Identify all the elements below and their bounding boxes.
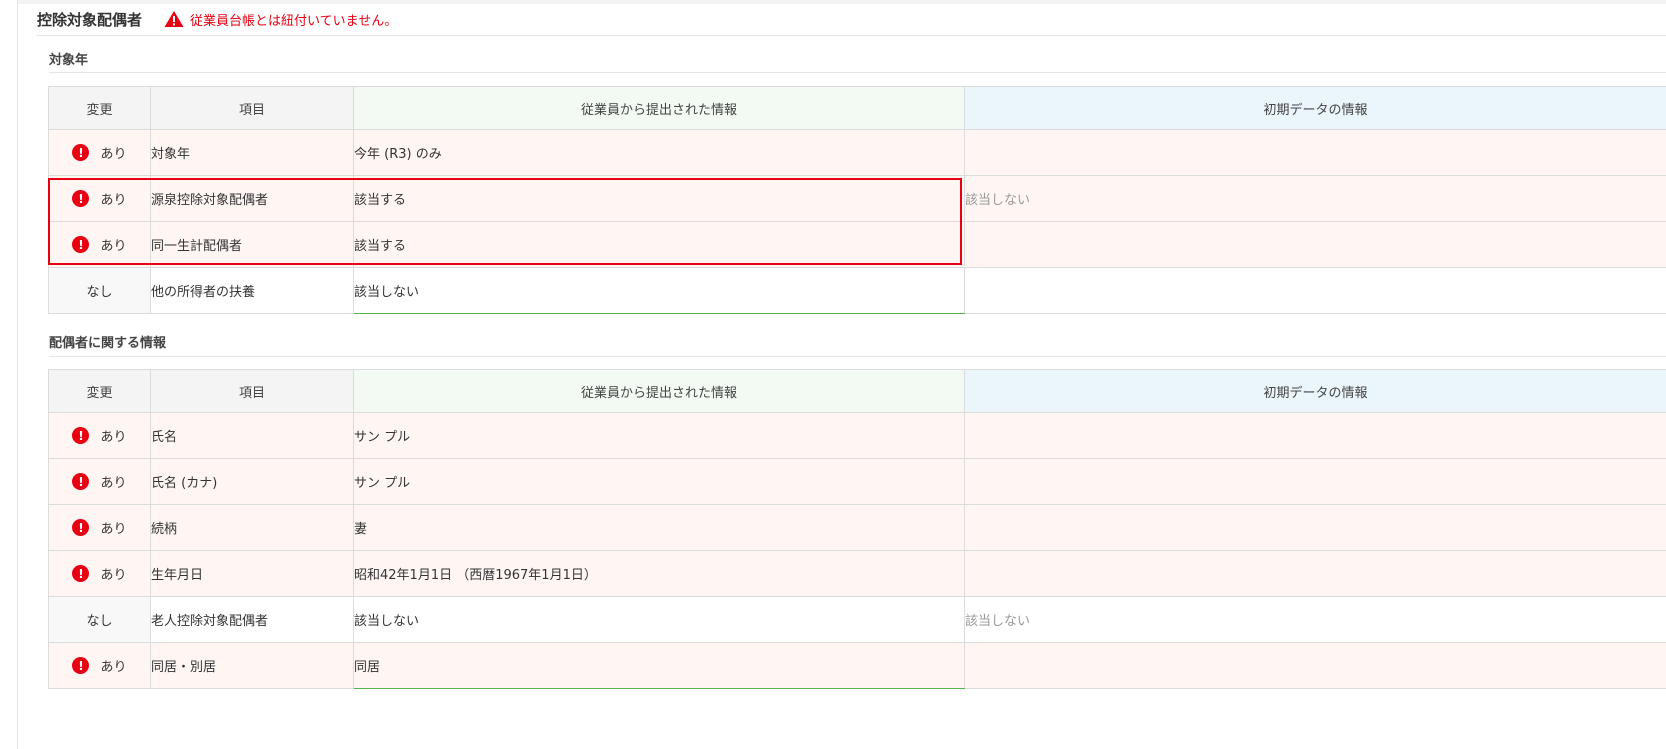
employee-value: 今年 (R3) のみ <box>353 129 965 176</box>
top-border <box>17 0 1666 4</box>
employee-value: 同居 <box>353 642 965 689</box>
table-row: ! あり 生年月日 昭和42年1月1日 （西暦1967年1月1日） <box>48 550 1666 597</box>
change-status: なし <box>48 267 151 314</box>
table-row: なし 他の所得者の扶養 該当しない <box>48 267 1666 314</box>
change-status: ! あり <box>48 504 151 551</box>
table-row: ! あり 氏名 (カナ) サン プル <box>48 458 1666 505</box>
exclamation-circle-icon: ! <box>72 427 90 444</box>
warning-triangle-icon <box>164 11 184 27</box>
employee-value: 該当する <box>353 221 965 268</box>
employee-value: 該当しない <box>353 267 965 314</box>
employee-value: 該当する <box>353 175 965 222</box>
change-label: あり <box>100 430 127 445</box>
exclamation-circle-icon: ! <box>72 144 90 161</box>
section-title: 控除対象配偶者 <box>37 10 143 29</box>
target-year-title: 対象年 <box>49 53 89 68</box>
table-row: ! あり 同居・別居 同居 <box>48 642 1666 689</box>
employee-value: 該当しない <box>353 596 965 643</box>
unlinked-warning: 従業員台帳とは紐付いていません。 <box>164 10 397 29</box>
item-label: 対象年 <box>150 129 354 176</box>
employee-value: 昭和42年1月1日 （西暦1967年1月1日） <box>353 550 965 597</box>
table-row: なし 老人控除対象配偶者 該当しない 該当しない <box>48 596 1666 643</box>
change-label: あり <box>100 476 127 491</box>
change-label: あり <box>100 568 127 583</box>
change-label: あり <box>100 660 127 675</box>
item-label: 同居・別居 <box>150 642 354 689</box>
warning-text: 従業員台帳とは紐付いていません。 <box>190 13 398 29</box>
table-row: ! あり 対象年 今年 (R3) のみ <box>48 129 1666 176</box>
item-label: 老人控除対象配偶者 <box>150 596 354 643</box>
exclamation-circle-icon: ! <box>72 565 90 582</box>
change-status: ! あり <box>48 129 151 176</box>
spouse-info-title: 配偶者に関する情報 <box>49 336 167 351</box>
change-status: ! あり <box>48 550 151 597</box>
target-year-divider <box>49 72 1666 73</box>
left-border <box>17 0 18 749</box>
change-label: なし <box>86 614 113 629</box>
item-label: 氏名 <box>150 412 354 459</box>
employee-value: 妻 <box>353 504 965 551</box>
change-status: なし <box>48 596 151 643</box>
item-label: 氏名 (カナ) <box>150 458 354 505</box>
initial-value: 該当しない <box>964 175 1666 222</box>
item-label: 同一生計配偶者 <box>150 221 354 268</box>
initial-value <box>964 221 1666 268</box>
exclamation-circle-icon: ! <box>72 190 90 207</box>
initial-value <box>964 504 1666 551</box>
change-status: ! あり <box>48 458 151 505</box>
change-label: あり <box>100 239 127 254</box>
change-status: ! あり <box>48 412 151 459</box>
change-status: ! あり <box>48 175 151 222</box>
header-change: 変更 <box>48 369 151 413</box>
item-label: 生年月日 <box>150 550 354 597</box>
table-row: ! あり 源泉控除対象配偶者 該当する 該当しない <box>48 175 1666 222</box>
spouse-info-divider <box>49 356 1666 357</box>
item-label: 他の所得者の扶養 <box>150 267 354 314</box>
table-row: ! あり 続柄 妻 <box>48 504 1666 551</box>
header-item: 項目 <box>150 369 354 413</box>
header-item: 項目 <box>150 86 354 130</box>
initial-value <box>964 550 1666 597</box>
table-header-row: 変更 項目 従業員から提出された情報 初期データの情報 <box>48 369 1666 413</box>
employee-value: サン プル <box>353 412 965 459</box>
change-label: なし <box>86 285 113 300</box>
initial-value: 該当しない <box>964 596 1666 643</box>
exclamation-circle-icon: ! <box>72 236 90 253</box>
spouse-info-table: 変更 項目 従業員から提出された情報 初期データの情報 ! あり 氏名 サン プル… <box>48 369 1666 689</box>
header-employee-info: 従業員から提出された情報 <box>353 86 965 130</box>
exclamation-circle-icon: ! <box>72 519 90 536</box>
change-status: ! あり <box>48 642 151 689</box>
section-header: 控除対象配偶者 従業員台帳とは紐付いていません。 <box>37 6 397 32</box>
target-year-table: 変更 項目 従業員から提出された情報 初期データの情報 ! あり 対象年 今年 (… <box>48 86 1666 314</box>
initial-value <box>964 458 1666 505</box>
item-label: 続柄 <box>150 504 354 551</box>
table-header-row: 変更 項目 従業員から提出された情報 初期データの情報 <box>48 86 1666 130</box>
change-label: あり <box>100 147 127 162</box>
initial-value <box>964 642 1666 689</box>
exclamation-circle-icon: ! <box>72 657 90 674</box>
header-initial-info: 初期データの情報 <box>964 369 1666 413</box>
change-status: ! あり <box>48 221 151 268</box>
section-divider <box>36 35 1666 36</box>
item-label: 源泉控除対象配偶者 <box>150 175 354 222</box>
employee-value: サン プル <box>353 458 965 505</box>
initial-value <box>964 129 1666 176</box>
header-change: 変更 <box>48 86 151 130</box>
header-initial-info: 初期データの情報 <box>964 86 1666 130</box>
change-label: あり <box>100 522 127 537</box>
table-row: ! あり 氏名 サン プル <box>48 412 1666 459</box>
table-row: ! あり 同一生計配偶者 該当する <box>48 221 1666 268</box>
exclamation-circle-icon: ! <box>72 473 90 490</box>
change-label: あり <box>100 193 127 208</box>
initial-value <box>964 267 1666 314</box>
initial-value <box>964 412 1666 459</box>
header-employee-info: 従業員から提出された情報 <box>353 369 965 413</box>
